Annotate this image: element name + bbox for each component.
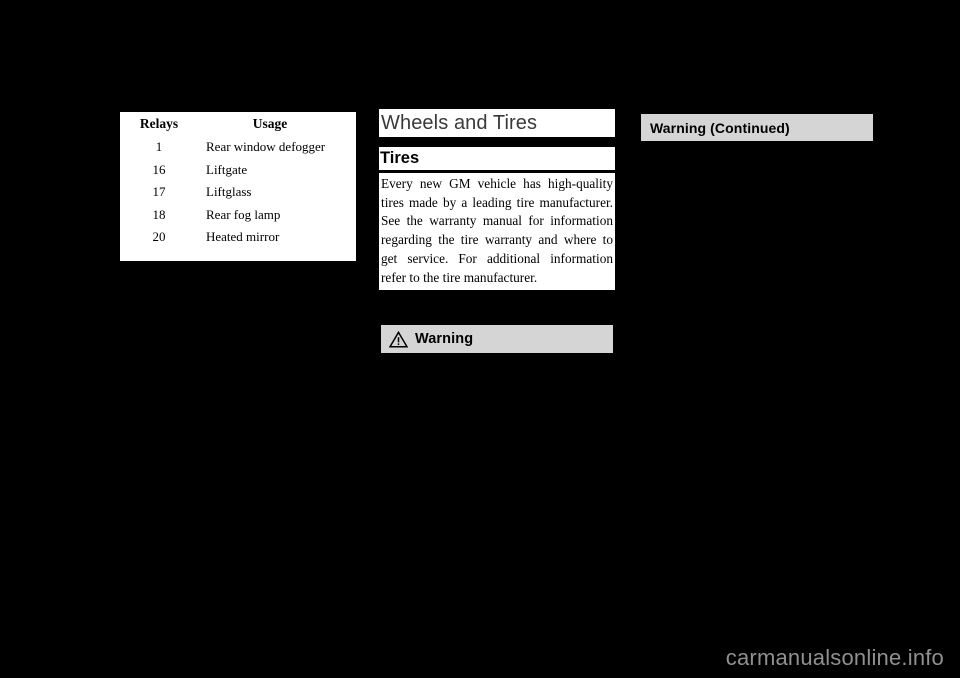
- spacer-cell: [120, 249, 198, 261]
- column-header-usage: Usage: [252, 116, 288, 131]
- relay-table-body: 1 Rear window defogger 16 Liftgate 17 Li…: [120, 136, 356, 261]
- relay-usage: Heated mirror: [206, 229, 280, 244]
- section-title: Tires: [379, 147, 615, 170]
- relay-usage: Rear window defogger: [206, 139, 326, 154]
- relay-number: 1: [155, 139, 163, 154]
- warning-continued-box: Warning (Continued): [641, 114, 873, 143]
- relay-number: 20: [152, 229, 166, 244]
- table-row: 16 Liftgate: [120, 159, 356, 182]
- warning-triangle-icon: [389, 330, 408, 348]
- relay-number: 16: [152, 161, 166, 177]
- spacer-cell: [198, 249, 356, 261]
- relay-usage: Rear fog lamp: [206, 206, 281, 222]
- table-row: 18 Rear fog lamp: [120, 204, 356, 227]
- warning-label: Warning: [415, 331, 474, 347]
- warning-continued-label: Warning (Continued): [650, 119, 790, 136]
- table-row: 17 Liftglass: [120, 181, 356, 204]
- relay-number: 18: [152, 206, 166, 222]
- relay-number: 17: [152, 184, 166, 199]
- table-row: 20 Heated mirror: [120, 226, 356, 249]
- manual-page: Relays Usage 1 Rear window defogger 16 L…: [0, 0, 960, 678]
- relay-fuse-table: Relays Usage 1 Rear window defogger 16 L…: [120, 112, 356, 261]
- table-header-row: Relays Usage: [120, 112, 356, 136]
- chapter-title: Wheels and Tires: [379, 109, 615, 137]
- warning-callout-box: Warning: [381, 325, 613, 355]
- table-row: 1 Rear window defogger: [120, 136, 356, 159]
- relay-usage: Liftglass: [206, 184, 252, 199]
- column-header-relays: Relays: [139, 116, 179, 131]
- site-watermark: carmanualsonline.info: [725, 645, 944, 670]
- body-paragraph: Every new GM vehicle has high-quality ti…: [379, 173, 615, 291]
- table-bottom-spacer: [120, 249, 356, 261]
- relay-usage: Liftgate: [206, 161, 248, 177]
- relay-table-grid: Relays Usage 1 Rear window defogger 16 L…: [120, 112, 356, 261]
- relay-table-head: Relays Usage: [120, 112, 356, 136]
